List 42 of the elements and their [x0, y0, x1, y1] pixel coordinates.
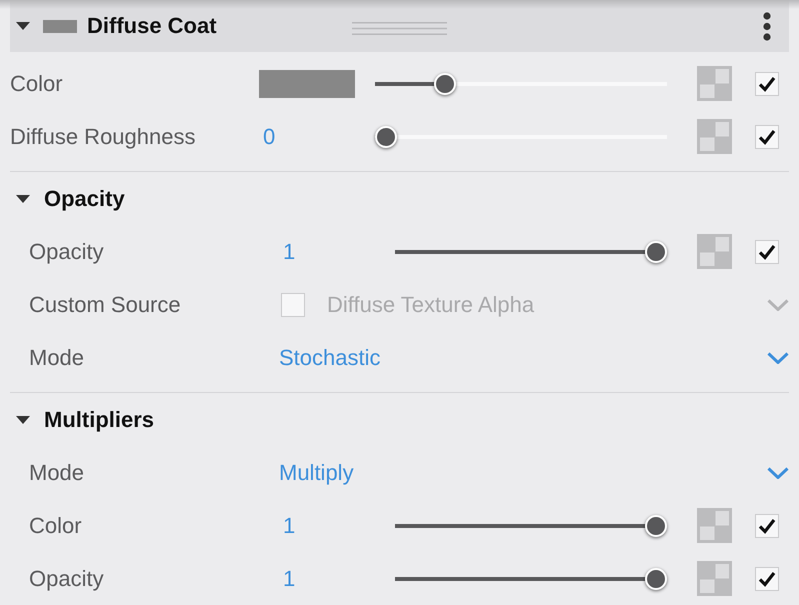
slider-thumb[interactable]	[645, 240, 667, 262]
checkerboard-icon[interactable]	[697, 508, 732, 543]
property-label: Opacity	[29, 238, 105, 264]
triangle-down-icon[interactable]	[16, 194, 30, 202]
slider-thumb[interactable]	[375, 126, 397, 148]
dropdown[interactable]: Stochastic	[279, 344, 789, 370]
section-title: Multipliers	[44, 406, 154, 432]
property-label: Color	[29, 512, 83, 538]
property-label: Custom Source	[29, 292, 182, 318]
chevron-down-icon	[767, 352, 789, 364]
slider-thumb[interactable]	[434, 72, 456, 94]
checkerboard-icon[interactable]	[697, 561, 732, 596]
triangle-down-icon[interactable]	[16, 416, 30, 424]
checkbox[interactable]	[755, 124, 779, 148]
property-label: Mode	[29, 344, 86, 370]
property-label: Color	[10, 70, 64, 96]
slider-thumb[interactable]	[645, 568, 667, 590]
layer-title: Diffuse Coat	[87, 13, 217, 39]
property-label: Mode	[29, 460, 86, 486]
triangle-down-icon[interactable]	[16, 22, 30, 30]
number-value[interactable]: 1	[279, 566, 296, 592]
checkbox[interactable]	[755, 566, 779, 590]
section-title: Opacity	[44, 186, 125, 212]
chevron-down-icon	[767, 298, 789, 310]
number-value[interactable]: 1	[279, 512, 296, 538]
checkerboard-icon[interactable]	[697, 234, 732, 269]
number-value[interactable]: 1	[279, 238, 296, 264]
kebab-menu-icon[interactable]	[763, 12, 771, 40]
checkbox[interactable]	[755, 72, 779, 96]
checkerboard-icon[interactable]	[697, 119, 732, 154]
checkbox[interactable]	[755, 240, 779, 264]
checkbox[interactable]	[755, 514, 779, 538]
property-label: Diffuse Roughness	[10, 124, 196, 150]
property-label: Opacity	[29, 566, 105, 592]
drag-handle-icon[interactable]	[352, 22, 447, 34]
dropdown[interactable]: Multiply	[279, 460, 789, 486]
number-value[interactable]: 0	[259, 124, 276, 150]
swatch-icon	[43, 20, 77, 32]
slider-thumb[interactable]	[645, 514, 667, 536]
checkerboard-icon[interactable]	[697, 66, 732, 101]
chevron-down-icon	[767, 466, 789, 478]
color-swatch[interactable]	[259, 70, 355, 98]
